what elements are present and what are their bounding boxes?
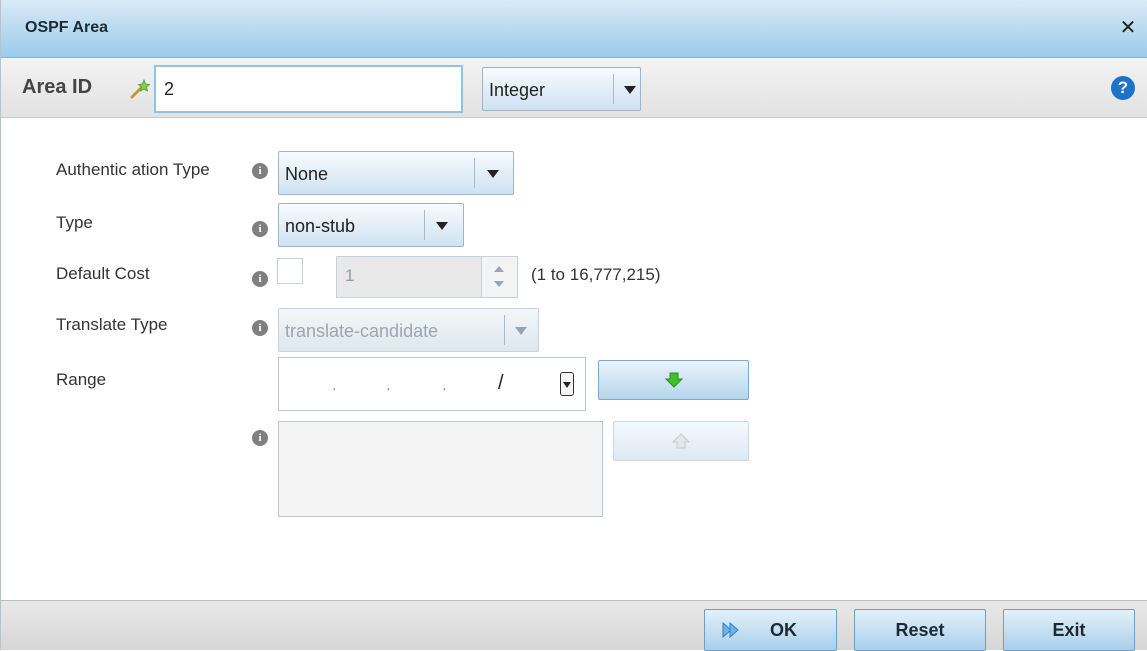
wand-icon [130,78,151,99]
translate-type-label: Translate Type [56,315,168,334]
reset-button[interactable]: Reset [854,609,986,651]
info-icon[interactable]: i [252,221,268,237]
info-icon[interactable]: i [252,271,268,287]
arrow-up-icon[interactable] [494,266,504,272]
info-icon[interactable]: i [252,320,268,336]
translate-type-value: translate-candidate [285,321,439,341]
type-select[interactable]: non-stub [278,203,464,247]
exit-button[interactable]: Exit [1003,609,1135,651]
area-id-input[interactable]: 2 [154,65,463,113]
range-list[interactable] [278,421,603,517]
default-cost-value: 1 [345,266,355,285]
close-icon[interactable]: ✕ [1118,18,1138,38]
ok-button[interactable]: OK [704,609,837,651]
area-id-type-select[interactable]: Integer [482,67,641,111]
auth-type-value: None [285,164,329,184]
dialog-title: OSPF Area [25,19,108,36]
default-cost-checkbox[interactable] [277,258,303,284]
area-id-label: Area ID [22,76,93,98]
area-id-bar: Area ID 2 Integer ? [1,58,1147,118]
chevron-down-icon [436,222,448,230]
translate-type-select[interactable]: translate-candidate [278,308,539,352]
arrow-up-icon [672,433,690,449]
auth-type-label: Authentic ation Type [56,160,210,179]
default-cost-spinner[interactable]: 1 [336,256,518,298]
dialog-footer: OK Reset Exit [1,600,1147,651]
type-value: non-stub [285,216,356,236]
ok-label: OK [770,620,797,640]
ospf-area-dialog: OSPF Area ✕ Area ID 2 Integer ? Authenti… [0,0,1147,651]
spinner-arrows[interactable] [481,257,517,297]
range-slash: / [498,372,504,394]
chevron-down-icon [515,327,527,335]
range-ip-input[interactable]: · · · / [278,357,586,411]
range-label: Range [56,370,107,389]
area-id-type-value: Integer [489,80,546,100]
chevron-down-icon [624,86,636,94]
type-label: Type [56,213,93,232]
remove-range-button[interactable] [613,421,749,461]
add-range-button[interactable] [598,360,749,400]
info-icon[interactable]: i [252,163,268,179]
ok-icon [722,621,739,639]
info-icon[interactable]: i [252,430,268,446]
default-cost-hint: (1 to 16,777,215) [531,265,661,284]
auth-type-select[interactable]: None [278,151,514,195]
title-bar: OSPF Area ✕ [1,0,1147,58]
chevron-down-icon [487,170,499,178]
arrow-down-icon[interactable] [494,281,504,287]
range-mask-dropdown[interactable] [560,372,574,396]
default-cost-label: Default Cost [56,264,150,283]
help-icon[interactable]: ? [1111,76,1135,100]
green-arrow-down-icon [664,372,683,388]
